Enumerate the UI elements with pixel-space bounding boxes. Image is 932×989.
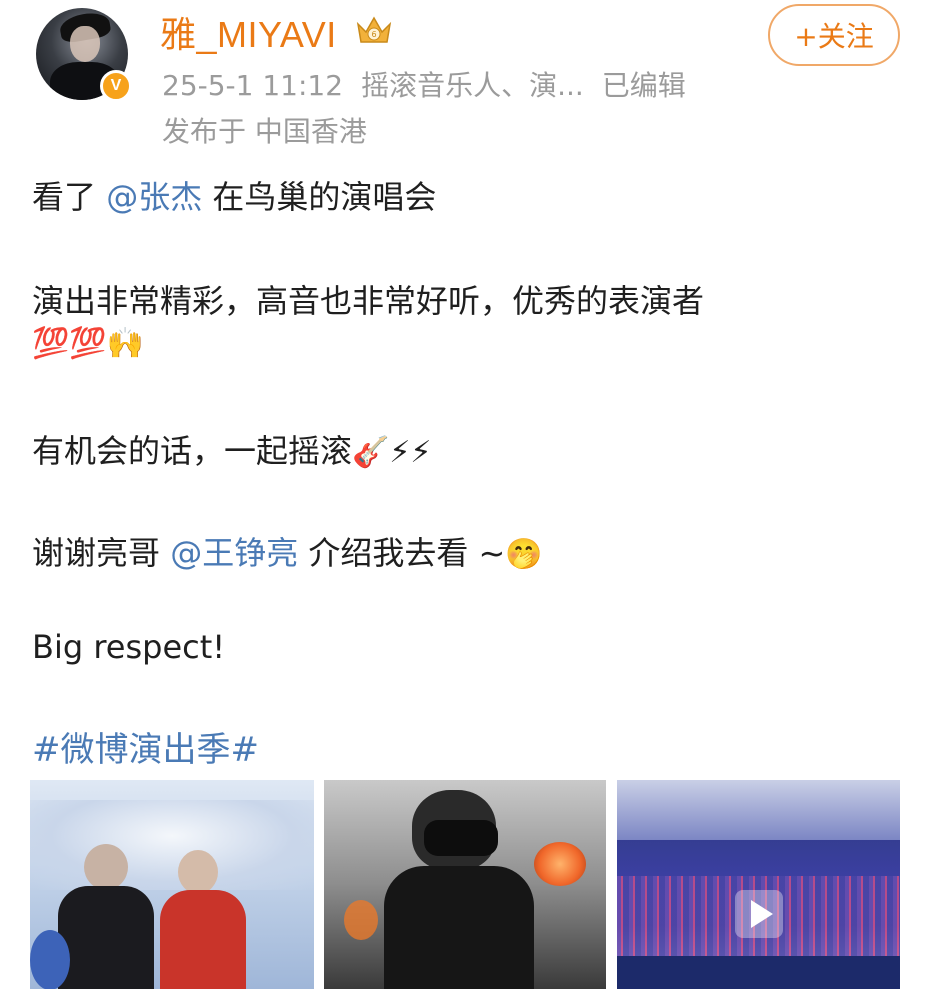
blush-emoji: 🤭: [505, 537, 543, 572]
photo-thumbnail-1[interactable]: [30, 780, 314, 989]
text: 有机会的话，一起摇滚: [32, 432, 353, 470]
emoji-row-1: 💯💯🙌: [32, 326, 145, 361]
person-body: [384, 866, 534, 989]
hashtag-link[interactable]: #微博演出季#: [32, 722, 259, 771]
person-head: [84, 844, 128, 890]
user-description[interactable]: 摇滚音乐人、演...: [361, 69, 584, 102]
light-stick: [534, 842, 586, 886]
verified-badge-icon: V: [100, 70, 132, 102]
stage-banner: [617, 956, 900, 989]
timestamp: 25-5-1 11:12: [162, 69, 344, 102]
mention-zhangjie[interactable]: @张杰: [106, 178, 202, 216]
follow-button[interactable]: +关注: [768, 4, 900, 66]
guitar-lightning-emoji: 🎸⚡⚡: [352, 435, 432, 470]
face-mask: [424, 820, 498, 856]
light-stick: [344, 900, 378, 940]
follow-label: +关注: [794, 20, 874, 53]
location: 发布于 中国香港: [162, 115, 367, 148]
post-line-1: 看了 @张杰 在鸟巢的演唱会: [32, 172, 436, 218]
text: 谢谢亮哥: [32, 534, 171, 572]
text: 介绍我去看 ~: [298, 534, 506, 572]
floral-backdrop: [30, 800, 314, 890]
post-line-2: 演出非常精彩，高音也非常好听，优秀的表演者: [32, 282, 705, 320]
svg-text:6: 6: [371, 30, 376, 39]
photo-thumbnail-2[interactable]: [324, 780, 606, 989]
post-line-5: Big respect!: [32, 628, 226, 666]
blue-flowers: [30, 930, 70, 989]
text: 看了: [32, 178, 107, 216]
avatar-face: [70, 26, 100, 62]
username[interactable]: 雅_MIYAVI: [160, 6, 337, 58]
play-icon[interactable]: [735, 890, 783, 938]
mention-wangzhengliang[interactable]: @王铮亮: [170, 534, 298, 572]
edited-label[interactable]: 已编辑: [602, 69, 686, 102]
video-thumbnail[interactable]: [617, 780, 900, 989]
stadium-roof: [617, 780, 900, 840]
crown-icon[interactable]: 6: [354, 12, 394, 48]
person-body: [160, 890, 246, 989]
post-meta: 25-5-1 11:12 摇滚音乐人、演... 已编辑: [162, 64, 704, 104]
post-line-3: 有机会的话，一起摇滚🎸⚡⚡: [32, 426, 432, 472]
text: 在鸟巢的演唱会: [202, 178, 437, 216]
person-body: [58, 886, 154, 989]
post-line-4: 谢谢亮哥 @王铮亮 介绍我去看 ~🤭: [32, 528, 543, 574]
person-head: [178, 850, 218, 894]
